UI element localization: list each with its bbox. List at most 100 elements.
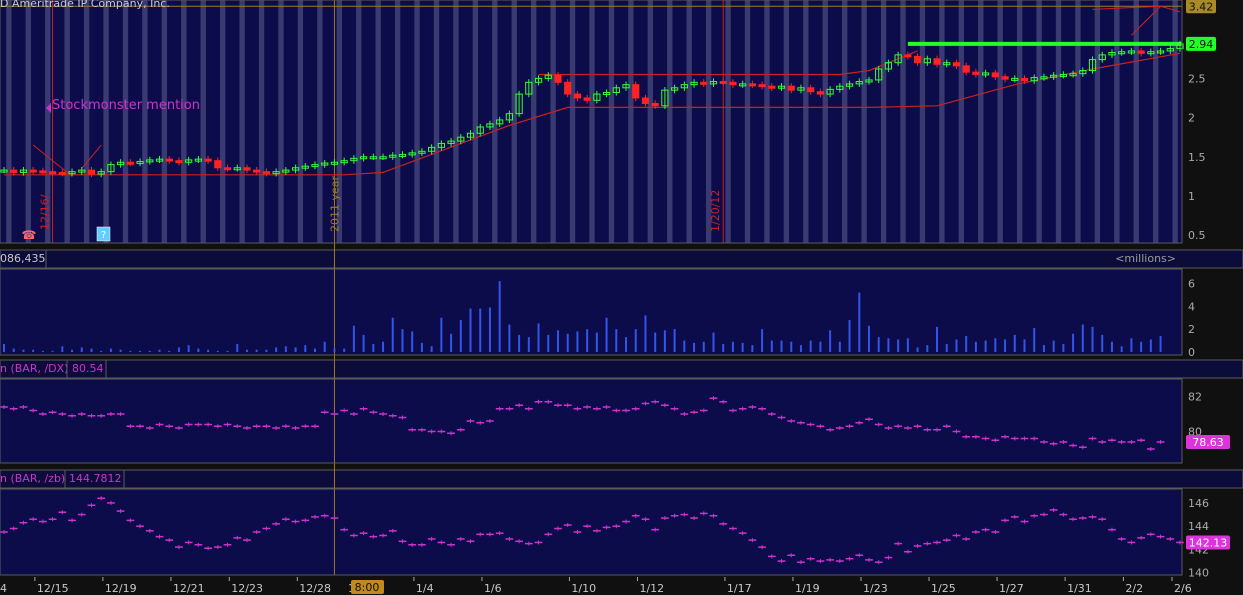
price-tick-label: 2	[1188, 112, 1195, 125]
volume-bar	[1052, 340, 1055, 352]
volume-bar	[343, 348, 346, 352]
volume-bar	[819, 341, 822, 352]
volume-bar	[32, 349, 35, 352]
volume-bar	[333, 348, 336, 352]
candle-body	[583, 97, 591, 101]
volume-unit-label: <millions>	[1115, 252, 1176, 265]
candle-body	[1137, 50, 1145, 54]
volume-bar	[129, 350, 132, 352]
volume-bar	[1062, 344, 1065, 352]
volume-bar	[498, 281, 501, 352]
volume-bar	[284, 346, 287, 352]
candle-body	[39, 170, 47, 174]
volume-bar	[731, 341, 734, 352]
volume-bar	[780, 340, 783, 352]
volume-bar	[673, 329, 676, 352]
day-stripe	[317, 0, 323, 243]
candle-body	[1001, 76, 1009, 80]
day-stripe	[686, 0, 692, 243]
year-label: 2011 year	[328, 175, 341, 232]
day-stripe	[375, 0, 381, 243]
volume-bar	[265, 349, 268, 352]
x-axis-label: 12/19	[105, 582, 137, 595]
chart-canvas[interactable]: 086,435 <millions> n (BAR, /DX) 80.54 n (BAR…	[0, 0, 1243, 595]
volume-bar	[119, 349, 122, 352]
volume-bar	[100, 350, 103, 352]
volume-bar	[1110, 341, 1113, 352]
day-stripe	[958, 0, 964, 243]
volume-bar	[527, 337, 530, 352]
candle-body	[243, 167, 251, 171]
day-stripe	[1172, 0, 1178, 243]
volume-bar	[741, 342, 744, 352]
day-stripe	[161, 0, 168, 243]
pane-header-bar	[0, 249, 1243, 269]
day-stripe	[472, 0, 479, 243]
candle-body	[972, 71, 980, 75]
volume-bar	[90, 348, 93, 352]
volume-bar	[683, 340, 686, 352]
volume-tick-label: 0	[1188, 346, 1195, 359]
volume-bar	[139, 350, 142, 352]
volume-bar	[877, 337, 880, 352]
volume-bar	[586, 329, 589, 352]
volume-bar	[634, 329, 637, 352]
day-stripe	[356, 0, 362, 243]
volume-bar	[450, 333, 453, 352]
candle-body	[10, 169, 18, 173]
x-axis-label: 2/2	[1125, 582, 1143, 595]
day-stripe	[1036, 0, 1042, 243]
dx-header-label: n (BAR, /DX)	[0, 362, 68, 375]
volume-bar	[411, 331, 414, 352]
volume-bar	[1091, 326, 1094, 352]
day-stripe	[297, 0, 304, 243]
pane-header-bar	[0, 469, 1243, 489]
volume-bar	[459, 320, 462, 352]
volume-bar	[187, 345, 190, 352]
x-axis-label: 1/23	[863, 582, 888, 595]
volume-bar	[615, 329, 618, 352]
x-axis-label: 1/6	[484, 582, 502, 595]
day-stripe	[842, 0, 848, 243]
volume-bar	[401, 329, 404, 352]
day-stripe	[783, 0, 790, 243]
last-price-badge: 2.94	[1189, 38, 1214, 51]
volume-bar	[168, 350, 171, 352]
volume-bar	[148, 350, 151, 352]
volume-bar	[1130, 338, 1133, 352]
zb-tick-label: 140	[1188, 567, 1209, 580]
day-stripe	[103, 0, 109, 243]
day-stripe	[589, 0, 595, 243]
candle-body	[719, 81, 727, 85]
candle-body	[748, 83, 756, 87]
volume-bar	[595, 332, 598, 352]
candle-body	[253, 169, 261, 173]
volume-bar	[848, 320, 851, 352]
candle-body	[700, 81, 708, 85]
pane-background	[0, 489, 1182, 575]
volume-bar	[693, 342, 696, 352]
day-stripe	[900, 0, 906, 243]
dx-tick-label: 82	[1188, 391, 1202, 404]
price-tick-label: 1	[1188, 190, 1195, 203]
volume-bar	[809, 340, 812, 352]
volume-bar	[994, 338, 997, 352]
day-stripe	[764, 0, 770, 243]
candle-body	[729, 81, 737, 86]
volume-bar	[1004, 339, 1007, 352]
cursor-time-badge: 8:00	[355, 581, 380, 594]
day-stripe	[608, 0, 615, 243]
volume-bar	[605, 317, 608, 352]
x-axis-label: 12/21	[173, 582, 205, 595]
day-stripe	[83, 0, 90, 243]
volume-bar	[654, 332, 657, 352]
volume-tick-label: 6	[1188, 277, 1195, 290]
price-tick-label: 0.5	[1188, 229, 1206, 242]
candle-body	[913, 55, 922, 64]
day-stripe	[978, 0, 984, 243]
candle-body	[175, 160, 183, 164]
volume-tick-label: 2	[1188, 323, 1195, 336]
volume-bar	[518, 334, 521, 352]
candle-body	[214, 160, 222, 169]
day-stripe	[939, 0, 945, 243]
